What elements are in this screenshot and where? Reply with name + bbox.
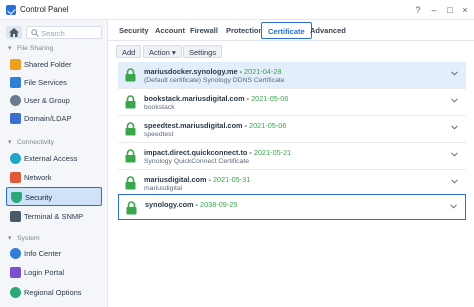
sidebar-item-shared-folder[interactable]: Shared Folder xyxy=(6,55,102,74)
tab-bar: Security Account Firewall Protection Cer… xyxy=(108,20,474,41)
lock-icon xyxy=(125,149,136,163)
lock-icon xyxy=(125,122,136,136)
tab-protection[interactable]: Protection xyxy=(226,26,263,35)
certificate-row[interactable]: bookstack.mariusdigital.com - 2021-05-06… xyxy=(118,89,466,115)
section-connectivity[interactable]: ▾ Connectivity xyxy=(8,138,54,148)
lock-icon xyxy=(125,176,136,190)
sidebar-item-terminal-snmp[interactable]: Terminal & SNMP xyxy=(6,207,102,226)
chevron-down-icon[interactable] xyxy=(451,152,458,157)
certificate-description: speedtest xyxy=(144,131,174,138)
file-services-icon xyxy=(10,77,21,88)
lock-icon xyxy=(126,201,137,215)
chevron-down-icon: ▾ xyxy=(8,45,12,52)
minimize-icon[interactable]: – xyxy=(428,4,440,16)
chevron-down-icon[interactable] xyxy=(451,98,458,103)
maximize-icon[interactable]: □ xyxy=(444,4,456,16)
certificate-row[interactable]: mariusdigital.com - 2021-05-31 mariusdig… xyxy=(118,170,466,196)
certificate-name: synology.com xyxy=(145,200,194,209)
login-portal-icon xyxy=(10,267,21,278)
chevron-down-icon[interactable] xyxy=(451,179,458,184)
certificate-name: speedtest.mariusdigital.com xyxy=(144,121,243,130)
sidebar-item-domain-ldap[interactable]: Domain/LDAP xyxy=(6,109,102,128)
certificate-name: impact.direct.quickconnect.to xyxy=(144,148,248,157)
info-icon xyxy=(10,248,21,259)
sidebar-item-login-portal[interactable]: Login Portal xyxy=(6,263,102,282)
certificate-row[interactable]: impact.direct.quickconnect.to - 2021-05-… xyxy=(118,143,466,169)
chevron-down-icon: ▾ xyxy=(8,235,12,242)
tab-advanced[interactable]: Advanced xyxy=(310,26,346,35)
search-box[interactable] xyxy=(26,26,102,39)
action-button[interactable]: Action ▾ xyxy=(143,45,182,58)
sidebar-item-external-access[interactable]: External Access xyxy=(6,149,102,168)
settings-button[interactable]: Settings xyxy=(183,45,223,58)
window-title: Control Panel xyxy=(20,5,69,14)
certificate-name: bookstack.mariusdigital.com xyxy=(144,94,245,103)
certificate-expiry: 2021-05-06 xyxy=(251,94,289,103)
certificate-expiry: 2021-05-31 xyxy=(212,175,251,184)
certificate-description: bookstack xyxy=(144,104,175,111)
domain-icon xyxy=(10,113,21,124)
caret-down-icon: ▾ xyxy=(171,48,176,57)
certificate-row[interactable]: mariusdocker.synology.me - 2021-04-28 (D… xyxy=(118,62,466,88)
network-icon xyxy=(10,172,21,183)
sidebar-item-info-center[interactable]: Info Center xyxy=(6,244,102,263)
chevron-down-icon[interactable] xyxy=(450,204,457,209)
search-input[interactable] xyxy=(41,28,99,38)
home-button[interactable] xyxy=(6,26,22,39)
sidebar-item-regional-options[interactable]: Regional Options xyxy=(6,283,102,302)
certificate-description: mariusdigital xyxy=(144,185,183,192)
certificate-expiry: 2021-05-06 xyxy=(249,121,287,130)
lock-icon xyxy=(125,95,136,109)
tab-account[interactable]: Account xyxy=(155,26,185,35)
sidebar-item-user-group[interactable]: User & Group xyxy=(6,91,102,110)
terminal-icon xyxy=(10,211,21,222)
search-icon xyxy=(31,29,39,37)
sidebar: ▾File Sharing Shared Folder File Service… xyxy=(0,20,108,307)
globe-icon xyxy=(10,153,21,164)
section-system[interactable]: ▾ System xyxy=(8,234,40,244)
home-icon xyxy=(9,28,19,37)
certificate-name: mariusdigital.com xyxy=(144,175,207,184)
sidebar-item-security[interactable]: Security xyxy=(6,187,102,206)
close-icon[interactable]: × xyxy=(459,4,471,16)
certificate-row[interactable]: speedtest.mariusdigital.com - 2021-05-06… xyxy=(118,116,466,142)
sidebar-item-file-services[interactable]: File Services xyxy=(6,73,102,92)
tab-security[interactable]: Security xyxy=(119,26,149,35)
tab-firewall[interactable]: Firewall xyxy=(190,26,218,35)
toolbar: Add Action ▾ Settings xyxy=(108,41,474,61)
regional-icon xyxy=(10,287,21,298)
section-file-sharing[interactable]: ▾ File Sharing xyxy=(8,44,53,54)
certificate-name: mariusdocker.synology.me xyxy=(144,67,238,76)
shield-icon xyxy=(11,192,22,203)
add-button[interactable]: Add xyxy=(116,45,142,58)
certificate-description: Synology QuickConnect Certificate xyxy=(144,158,250,165)
chevron-down-icon: ▾ xyxy=(8,139,12,146)
chevron-down-icon[interactable] xyxy=(451,71,458,76)
main-panel: Security Account Firewall Protection Cer… xyxy=(108,20,474,307)
help-icon[interactable]: ? xyxy=(412,4,424,16)
folder-icon xyxy=(10,59,21,70)
user-group-icon xyxy=(10,95,21,106)
certificate-expiry: 2038-09-25 xyxy=(200,200,238,209)
sidebar-item-network[interactable]: Network xyxy=(6,168,102,187)
lock-icon xyxy=(125,68,136,82)
certificate-row[interactable]: synology.com - 2038-09-25 xyxy=(118,194,466,220)
title-bar: Control Panel ? – □ × xyxy=(0,0,474,20)
control-panel-icon xyxy=(6,5,16,15)
chevron-down-icon[interactable] xyxy=(451,125,458,130)
certificate-description: (Default certificate) Synology DDNS Cert… xyxy=(144,77,285,84)
certificate-expiry: 2021-04-28 xyxy=(244,67,282,76)
certificate-expiry: 2021-05-21 xyxy=(253,148,292,157)
tab-certificate[interactable]: Certificate xyxy=(261,22,312,39)
